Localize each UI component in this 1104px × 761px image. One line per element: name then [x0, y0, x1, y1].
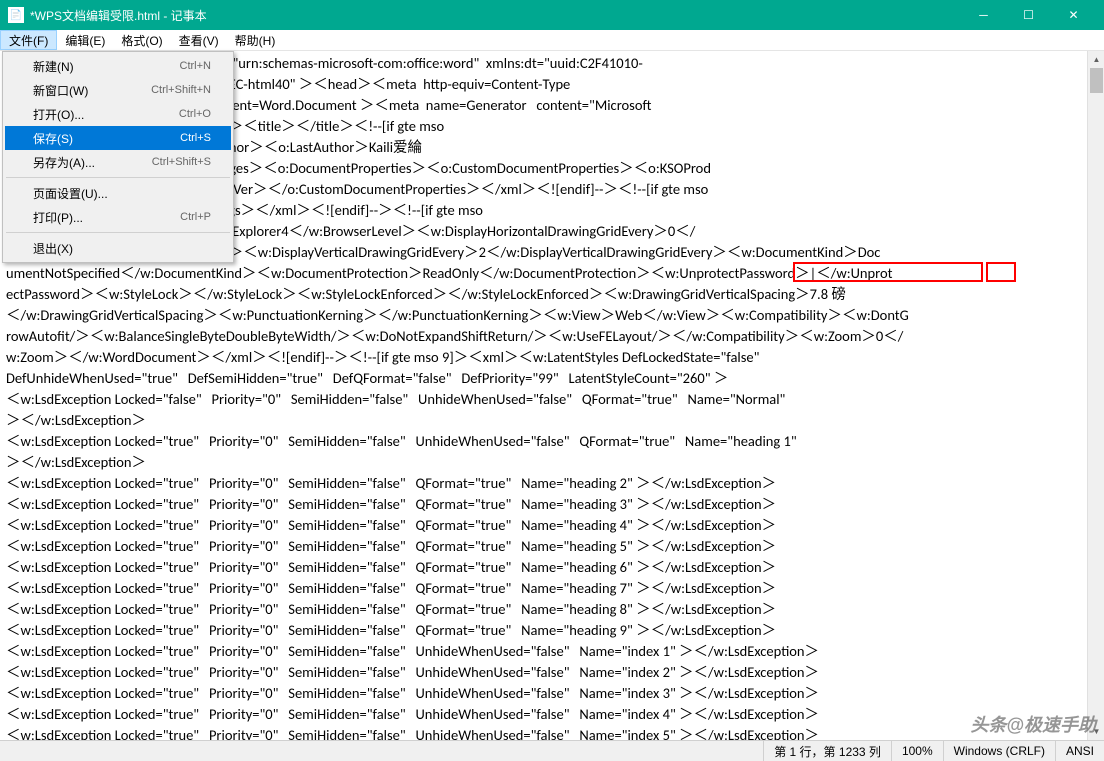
status-encoding: ANSI	[1055, 741, 1104, 761]
window-title: *WPS文档编辑受限.html - 记事本	[30, 7, 961, 24]
scroll-thumb[interactable]	[1090, 68, 1103, 93]
menu-file[interactable]: 文件(F)	[0, 30, 57, 50]
status-position: 第 1 行，第 1233 列	[763, 741, 891, 761]
menu-item-n[interactable]: 新建(N)Ctrl+N	[5, 54, 231, 78]
file-menu-dropdown: 新建(N)Ctrl+N新窗口(W)Ctrl+Shift+N打开(O)...Ctr…	[2, 51, 234, 263]
status-line-ending: Windows (CRLF)	[943, 741, 1055, 761]
menu-item-shortcut: Ctrl+O	[179, 108, 211, 120]
scroll-down-button[interactable]: ▼	[1088, 723, 1104, 740]
menu-item-p[interactable]: 打印(P)...Ctrl+P	[5, 205, 231, 229]
menu-view[interactable]: 查看(V)	[171, 30, 227, 50]
menu-item-label: 新窗口(W)	[33, 82, 151, 99]
text-line: ＜w:LsdException Locked="true" Priority="…	[6, 494, 1082, 515]
close-button[interactable]: ✕	[1051, 0, 1096, 30]
vertical-scrollbar[interactable]: ▲ ▼	[1087, 51, 1104, 740]
menubar: 文件(F) 编辑(E) 格式(O) 查看(V) 帮助(H)	[0, 30, 1104, 51]
text-line: ＜/w:DrawingGridVerticalSpacing＞＜w:Punctu…	[6, 305, 1082, 326]
menu-item-label: 退出(X)	[33, 240, 211, 257]
menu-separator	[6, 232, 230, 233]
text-line: ＜w:LsdException Locked="true" Priority="…	[6, 557, 1082, 578]
menu-item-u[interactable]: 页面设置(U)...	[5, 181, 231, 205]
menu-item-shortcut: Ctrl+Shift+S	[152, 156, 211, 168]
text-line: ＜w:LsdException Locked="true" Priority="…	[6, 473, 1082, 494]
menu-item-shortcut: Ctrl+N	[180, 60, 211, 72]
menu-item-label: 新建(N)	[33, 58, 180, 75]
text-line: ＞＜/w:LsdException＞	[6, 410, 1082, 431]
minimize-button[interactable]: ─	[961, 0, 1006, 30]
maximize-button[interactable]: ☐	[1006, 0, 1051, 30]
text-line: ＜w:LsdException Locked="false" Priority=…	[6, 389, 1082, 410]
menu-item-label: 打印(P)...	[33, 209, 180, 226]
text-line: ＜w:LsdException Locked="true" Priority="…	[6, 662, 1082, 683]
text-line: ＜w:LsdException Locked="true" Priority="…	[6, 536, 1082, 557]
text-line: rowAutofit/＞＜w:BalanceSingleByteDoubleBy…	[6, 326, 1082, 347]
text-line: DefUnhideWhenUsed="true" DefSemiHidden="…	[6, 368, 1082, 389]
menu-item-w[interactable]: 新窗口(W)Ctrl+Shift+N	[5, 78, 231, 102]
text-line: ＜w:LsdException Locked="true" Priority="…	[6, 599, 1082, 620]
text-line: w:Zoom＞＜/w:WordDocument＞＜/xml＞＜![endif]-…	[6, 347, 1082, 368]
titlebar: 📄 *WPS文档编辑受限.html - 记事本 ─ ☐ ✕	[0, 0, 1104, 30]
menu-separator	[6, 177, 230, 178]
menu-item-label: 保存(S)	[33, 130, 180, 147]
menu-item-x[interactable]: 退出(X)	[5, 236, 231, 260]
text-line: ＜w:LsdException Locked="true" Priority="…	[6, 431, 1082, 452]
menu-item-label: 打开(O)...	[33, 106, 179, 123]
menu-item-s[interactable]: 保存(S)Ctrl+S	[5, 126, 231, 150]
text-line: ＜w:LsdException Locked="true" Priority="…	[6, 515, 1082, 536]
menu-item-label: 另存为(A)...	[33, 154, 152, 171]
text-line: ＜w:LsdException Locked="true" Priority="…	[6, 683, 1082, 704]
text-line: ＜w:LsdException Locked="true" Priority="…	[6, 641, 1082, 662]
statusbar: 第 1 行，第 1233 列 100% Windows (CRLF) ANSI	[0, 740, 1104, 761]
menu-item-shortcut: Ctrl+S	[180, 132, 211, 144]
window-controls: ─ ☐ ✕	[961, 0, 1096, 30]
text-line: ＞＜/w:LsdException＞	[6, 452, 1082, 473]
text-line: umentNotSpecified＜/w:DocumentKind＞＜w:Doc…	[6, 263, 1082, 284]
text-line: ectPassword＞＜w:StyleLock＞＜/w:StyleLock＞＜…	[6, 284, 1082, 305]
app-icon: 📄	[8, 7, 24, 23]
text-line: ＜w:LsdException Locked="true" Priority="…	[6, 725, 1082, 740]
menu-help[interactable]: 帮助(H)	[227, 30, 284, 50]
menu-edit[interactable]: 编辑(E)	[57, 30, 113, 50]
menu-item-a[interactable]: 另存为(A)...Ctrl+Shift+S	[5, 150, 231, 174]
text-line: ＜w:LsdException Locked="true" Priority="…	[6, 620, 1082, 641]
menu-item-label: 页面设置(U)...	[33, 185, 211, 202]
menu-item-shortcut: Ctrl+P	[180, 211, 211, 223]
menu-item-shortcut: Ctrl+Shift+N	[151, 84, 211, 96]
menu-format[interactable]: 格式(O)	[113, 30, 170, 50]
menu-item-o[interactable]: 打开(O)...Ctrl+O	[5, 102, 231, 126]
status-zoom: 100%	[891, 741, 943, 761]
text-line: ＜w:LsdException Locked="true" Priority="…	[6, 704, 1082, 725]
text-line: ＜w:LsdException Locked="true" Priority="…	[6, 578, 1082, 599]
scroll-up-button[interactable]: ▲	[1088, 51, 1104, 68]
